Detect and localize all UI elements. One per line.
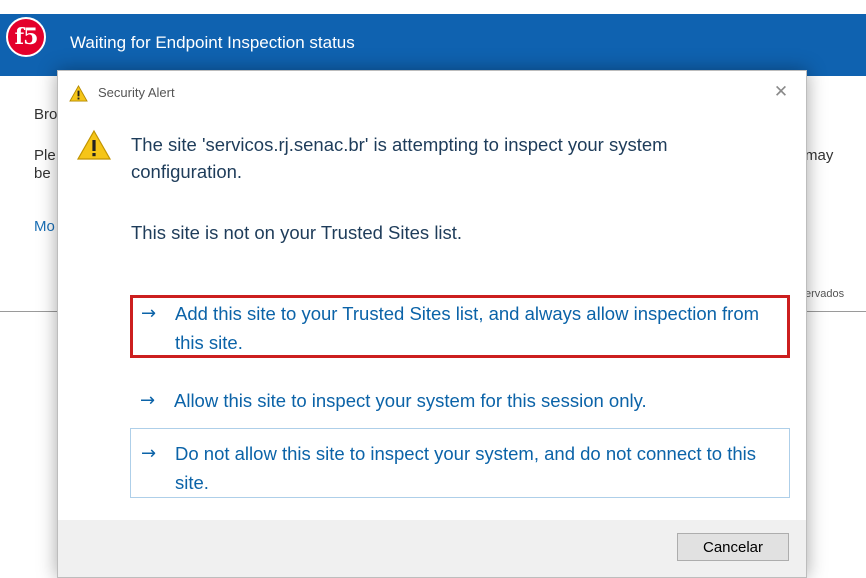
close-icon[interactable]: ✕ (768, 79, 794, 105)
arrow-right-icon: → (141, 303, 157, 324)
background-text-line: Bro (34, 106, 58, 123)
trusted-sites-notice: This site is not on your Trusted Sites l… (131, 222, 463, 243)
background-window-title: Waiting for Endpoint Inspection status (70, 33, 355, 52)
background-more-link[interactable]: Mo (34, 218, 55, 235)
option-add-trusted-site[interactable]: → Add this site to your Trusted Sites li… (130, 295, 790, 358)
option-label: Do not allow this site to inspect your s… (175, 443, 756, 493)
f5-logo: f5 (6, 17, 46, 57)
cancel-button[interactable]: Cancelar (677, 533, 789, 561)
background-text-line: be (34, 165, 51, 182)
dialog-titlebar: Security Alert ✕ (58, 71, 806, 113)
dialog-title: Security Alert (98, 85, 175, 100)
option-label: Allow this site to inspect your system f… (174, 390, 647, 411)
dialog-footer: Cancelar (58, 520, 806, 577)
arrow-right-icon: → (141, 443, 157, 464)
background-text-line: Ple (34, 147, 56, 164)
warning-icon (69, 85, 88, 102)
arrow-right-icon: → (140, 390, 156, 411)
alert-message: The site 'servicos.rj.senac.br' is attem… (131, 134, 668, 182)
option-allow-session[interactable]: → Allow this site to inspect your system… (130, 384, 790, 420)
option-deny-inspection[interactable]: → Do not allow this site to inspect your… (130, 428, 790, 498)
background-text-right: may (805, 147, 834, 164)
option-label: Add this site to your Trusted Sites list… (175, 303, 760, 353)
warning-icon (76, 129, 112, 160)
background-footer-text: ervados (805, 288, 845, 300)
security-alert-dialog: Security Alert ✕ The site 'servicos.rj.s… (57, 70, 807, 578)
